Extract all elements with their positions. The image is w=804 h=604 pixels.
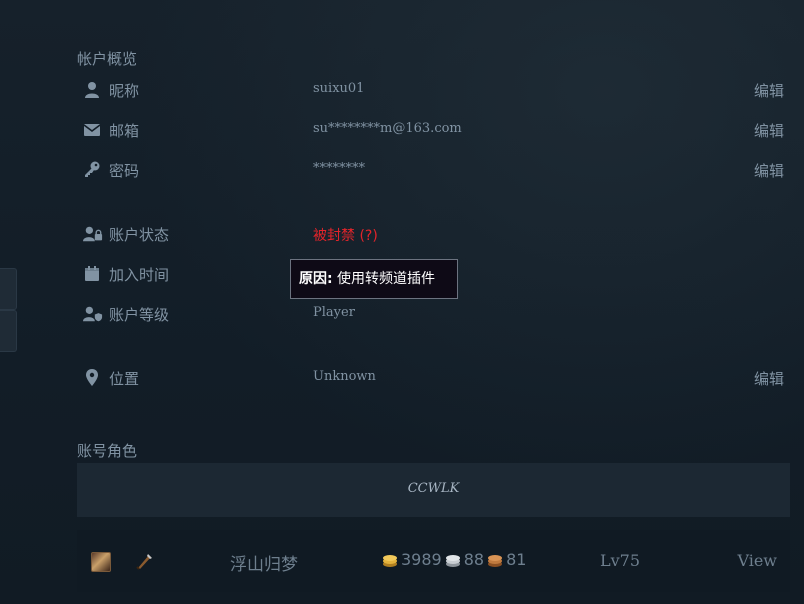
status-value[interactable]: 被封禁 (?) (313, 225, 378, 245)
status-row: 账户状态 被封禁 (?) (77, 222, 790, 246)
email-value: su********m@163.com (313, 121, 462, 136)
edit-email-button[interactable]: 编辑 (754, 120, 784, 141)
location-value: Unknown (313, 369, 376, 384)
gold-amount: 3989 (401, 550, 442, 569)
silver-amount: 88 (463, 550, 485, 569)
side-tab-1[interactable] (0, 268, 17, 310)
nickname-value: suixu01 (313, 81, 365, 96)
server-name: CCWLK (407, 481, 460, 496)
level-label: 账户等级 (109, 306, 170, 324)
character-level: Lv75 (600, 551, 641, 570)
location-row: 位置 Unknown 编辑 (77, 366, 790, 390)
nickname-label: 昵称 (109, 82, 140, 100)
race-icon (91, 552, 111, 572)
gold-coin-icon (383, 554, 397, 567)
character-money: 3989 88 81 (381, 550, 526, 569)
view-character-button[interactable]: View (737, 551, 777, 570)
status-label: 账户状态 (109, 226, 170, 244)
email-label: 邮箱 (109, 122, 140, 140)
password-label: 密码 (109, 162, 140, 180)
password-value: ******** (313, 161, 365, 176)
user-icon (85, 82, 99, 98)
level-row: 账户等级 Player (77, 302, 790, 326)
character-row: 浮山归梦 3989 88 81 Lv75 View (77, 530, 790, 592)
copper-coin-icon (488, 554, 503, 567)
password-row: 密码 ******** 编辑 (77, 158, 790, 182)
roles-title: 账号角色 (77, 442, 138, 460)
user-lock-icon (83, 226, 103, 242)
location-label: 位置 (109, 370, 140, 388)
class-icon (136, 554, 152, 570)
nickname-row: 昵称 suixu01 编辑 (77, 78, 790, 102)
copper-amount: 81 (506, 550, 527, 569)
ban-reason-tooltip: 原因: 使用转频道插件 (290, 259, 458, 299)
level-value: Player (313, 305, 355, 320)
tooltip-label: 原因: (299, 271, 333, 287)
calendar-icon (85, 266, 99, 281)
envelope-icon (83, 124, 101, 136)
edit-location-button[interactable]: 编辑 (754, 368, 784, 389)
server-header: CCWLK (77, 463, 790, 517)
overview-title: 帐户概览 (77, 50, 138, 68)
map-pin-icon (86, 369, 98, 386)
character-name: 浮山归梦 (230, 555, 298, 575)
tooltip-text: 使用转频道插件 (332, 271, 436, 287)
edit-nickname-button[interactable]: 编辑 (754, 80, 784, 101)
key-icon (85, 161, 100, 177)
email-row: 邮箱 su********m@163.com 编辑 (77, 118, 790, 142)
user-shield-icon (83, 306, 103, 322)
silver-coin-icon (445, 554, 460, 567)
side-tab-2[interactable] (0, 310, 17, 352)
join-label: 加入时间 (109, 266, 170, 284)
edit-password-button[interactable]: 编辑 (754, 160, 784, 181)
